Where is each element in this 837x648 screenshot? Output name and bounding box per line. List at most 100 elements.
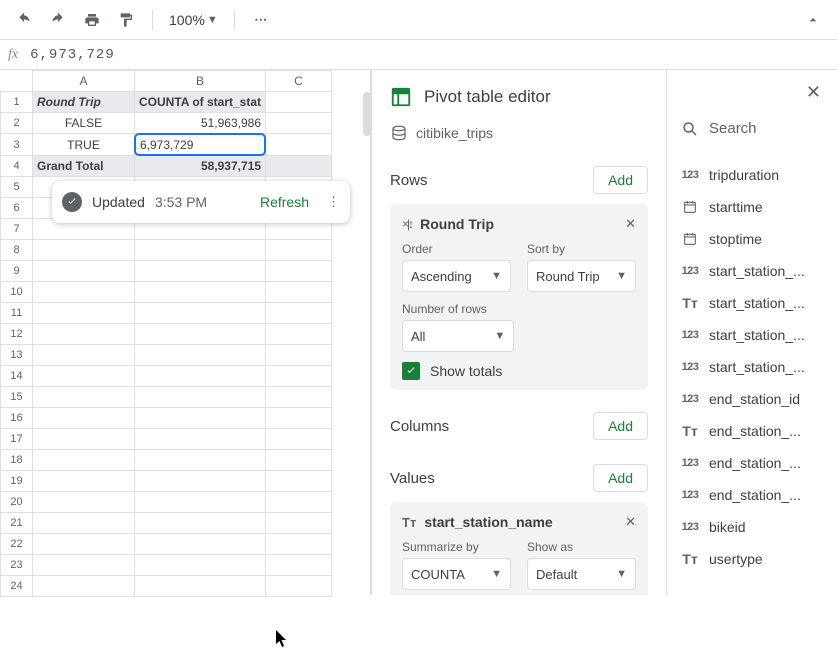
row-header[interactable]: 16 <box>1 408 33 429</box>
field-item[interactable]: 123start_station_... <box>667 255 837 287</box>
cell[interactable] <box>266 240 332 261</box>
row-header[interactable]: 12 <box>1 324 33 345</box>
cell[interactable] <box>266 450 332 471</box>
field-item[interactable]: stoptime <box>667 223 837 255</box>
show-totals-checkbox[interactable]: Show totals <box>402 362 636 380</box>
undo-button[interactable] <box>10 6 38 34</box>
cell[interactable] <box>266 92 332 113</box>
cell[interactable] <box>135 492 266 513</box>
cell[interactable] <box>33 387 135 408</box>
cell[interactable] <box>266 113 332 134</box>
field-item[interactable]: starttime <box>667 191 837 223</box>
row-header[interactable]: 4 <box>1 156 33 177</box>
cell[interactable] <box>33 534 135 555</box>
cell[interactable] <box>266 513 332 534</box>
grand-total-value[interactable]: 58,937,715 <box>135 156 266 177</box>
cell[interactable] <box>33 303 135 324</box>
pivot-value-header[interactable]: COUNTA of start_stat <box>135 92 266 113</box>
zoom-dropdown[interactable]: 100% ▼ <box>165 12 222 28</box>
row-header[interactable]: 17 <box>1 429 33 450</box>
row-header[interactable]: 7 <box>1 219 33 240</box>
col-header-a[interactable]: A <box>33 71 135 92</box>
close-editor-button[interactable]: ✕ <box>806 82 821 103</box>
formula-value[interactable]: 6,973,729 <box>30 47 115 63</box>
cell[interactable] <box>33 282 135 303</box>
cell[interactable] <box>135 513 266 534</box>
cell[interactable] <box>266 387 332 408</box>
cell[interactable] <box>266 282 332 303</box>
cell[interactable] <box>33 492 135 513</box>
cell[interactable] <box>266 366 332 387</box>
cell[interactable] <box>266 156 332 177</box>
collapse-toolbar-button[interactable] <box>799 6 827 34</box>
rows-add-button[interactable]: Add <box>593 166 648 194</box>
paint-format-button[interactable] <box>112 6 140 34</box>
row-header[interactable]: 22 <box>1 534 33 555</box>
remove-value-button[interactable]: ✕ <box>625 514 636 530</box>
cell[interactable] <box>33 450 135 471</box>
field-item[interactable]: Tᴛusertype <box>667 543 837 575</box>
cell[interactable] <box>33 261 135 282</box>
row-header[interactable]: 10 <box>1 282 33 303</box>
field-item[interactable]: 123end_station_id <box>667 383 837 415</box>
print-button[interactable] <box>78 6 106 34</box>
row-header[interactable]: 6 <box>1 198 33 219</box>
pivot-row-header[interactable]: Round Trip <box>33 92 135 113</box>
row-header[interactable]: 24 <box>1 576 33 597</box>
row-header[interactable]: 19 <box>1 471 33 492</box>
cell[interactable] <box>266 555 332 576</box>
field-search[interactable]: Search <box>667 103 837 155</box>
cell[interactable] <box>135 534 266 555</box>
showas-select[interactable]: Default▼ <box>527 558 636 590</box>
cell[interactable] <box>266 134 332 156</box>
cell[interactable] <box>135 387 266 408</box>
vertical-scrollbar[interactable] <box>363 92 371 136</box>
cell[interactable] <box>135 303 266 324</box>
field-item[interactable]: 123bikeid <box>667 511 837 543</box>
row-header[interactable]: 15 <box>1 387 33 408</box>
field-item[interactable]: 123tripduration <box>667 159 837 191</box>
cell[interactable] <box>135 555 266 576</box>
order-select[interactable]: Ascending▼ <box>402 260 511 292</box>
cell[interactable] <box>33 513 135 534</box>
cell[interactable] <box>135 450 266 471</box>
cell[interactable] <box>33 324 135 345</box>
cell[interactable] <box>135 240 266 261</box>
row-header[interactable]: 20 <box>1 492 33 513</box>
field-item[interactable]: 123start_station_... <box>667 319 837 351</box>
row-header[interactable]: 13 <box>1 345 33 366</box>
toast-menu-button[interactable]: ⋮ <box>327 194 340 210</box>
row-header[interactable]: 21 <box>1 513 33 534</box>
field-item[interactable]: Tᴛstart_station_... <box>667 287 837 319</box>
cell[interactable] <box>33 576 135 597</box>
field-item[interactable]: Tᴛend_station_... <box>667 415 837 447</box>
row-header[interactable]: 18 <box>1 450 33 471</box>
cell[interactable] <box>135 261 266 282</box>
row-header[interactable]: 9 <box>1 261 33 282</box>
values-add-button[interactable]: Add <box>593 464 648 492</box>
selected-cell[interactable]: 6,973,729 <box>135 134 265 155</box>
field-item[interactable]: 123end_station_... <box>667 447 837 479</box>
field-item[interactable]: 123start_station_... <box>667 351 837 383</box>
cell[interactable] <box>33 429 135 450</box>
cell[interactable]: FALSE <box>33 113 135 134</box>
cell[interactable] <box>135 576 266 597</box>
cell[interactable] <box>135 366 266 387</box>
grand-total-label[interactable]: Grand Total <box>33 156 135 177</box>
cell[interactable] <box>135 282 266 303</box>
row-header[interactable]: 5 <box>1 177 33 198</box>
row-header[interactable]: 8 <box>1 240 33 261</box>
cell[interactable] <box>33 408 135 429</box>
cell[interactable] <box>33 366 135 387</box>
cell[interactable]: 51,963,986 <box>135 113 266 134</box>
col-header-b[interactable]: B <box>135 71 266 92</box>
redo-button[interactable] <box>44 6 72 34</box>
cell[interactable] <box>266 324 332 345</box>
cell[interactable] <box>135 345 266 366</box>
cell[interactable] <box>266 303 332 324</box>
summarize-select[interactable]: COUNTA▼ <box>402 558 511 590</box>
row-header[interactable]: 1 <box>1 92 33 113</box>
cell[interactable] <box>266 345 332 366</box>
more-toolbar-button[interactable]: ⋯ <box>247 6 275 34</box>
cell[interactable] <box>266 408 332 429</box>
